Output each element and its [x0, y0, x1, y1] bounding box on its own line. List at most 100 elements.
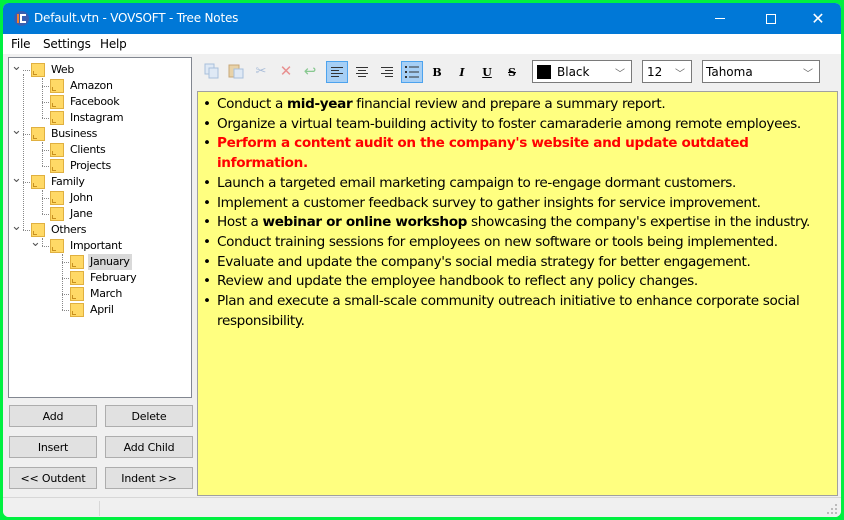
note-icon [50, 143, 64, 157]
bullet-list-icon[interactable] [401, 61, 423, 83]
font-family-value: Tahoma [706, 64, 753, 79]
expand-chevron-icon[interactable]: ⌄ [11, 219, 22, 234]
tree-node[interactable]: Amazon [50, 78, 115, 94]
copy-icon[interactable] [201, 60, 223, 82]
tree-node[interactable]: Business [31, 126, 99, 142]
align-right-icon[interactable] [376, 61, 398, 83]
tree-connector [42, 214, 49, 215]
tree-connector [62, 294, 69, 295]
font-family-select[interactable]: Tahoma ﹀ [702, 60, 820, 83]
tree-connector [42, 150, 49, 151]
text-run: Plan and execute a small-scale community… [217, 293, 800, 329]
tree-node[interactable]: Projects [50, 158, 113, 174]
tree-node[interactable]: John [50, 190, 95, 206]
expand-chevron-icon[interactable]: ⌄ [11, 171, 22, 186]
chevron-down-icon: ﹀ [803, 69, 813, 80]
tree-connector [23, 182, 30, 183]
tree-connector [42, 238, 43, 246]
text-run: financial review and prepare a summary r… [352, 96, 666, 112]
text-run: Launch a targeted email marketing campai… [217, 174, 737, 191]
font-color-select[interactable]: Black ﹀ [532, 60, 632, 83]
bullet-item: Host a webinar or online workshop showca… [202, 213, 833, 233]
expand-chevron-icon[interactable]: ⌄ [11, 59, 22, 74]
underline-icon[interactable]: U [476, 61, 498, 83]
insert-button[interactable]: Insert [9, 436, 97, 458]
font-color-value: Black [557, 64, 590, 79]
paste-icon[interactable] [225, 60, 247, 82]
tree-connector [42, 246, 49, 247]
tree-node[interactable]: April [70, 302, 116, 318]
tree-node[interactable]: Web [31, 62, 76, 78]
tree-connector [42, 118, 49, 119]
tree-node-label: Amazon [70, 79, 113, 92]
font-size-select[interactable]: 12 ﹀ [642, 60, 692, 83]
tree-node-label: Important [70, 239, 122, 252]
menu-file[interactable]: File [11, 37, 30, 51]
note-icon [50, 159, 64, 173]
text-run: Conduct training sessions for employees … [217, 233, 778, 250]
close-icon: ✕ [811, 8, 825, 28]
text-run: Implement a customer feedback survey to … [217, 194, 761, 211]
tree-node[interactable]: January [70, 254, 132, 270]
close-button[interactable]: ✕ [795, 3, 841, 34]
outdent-button[interactable]: << Outdent [9, 467, 97, 489]
tree-connector [42, 86, 49, 87]
app-icon[interactable] [14, 11, 29, 26]
tree-connector [42, 102, 49, 103]
text-run: Evaluate and update the company's social… [217, 253, 751, 270]
bullet-item: Conduct training sessions for employees … [202, 233, 833, 253]
strikethrough-icon[interactable]: S [501, 61, 523, 83]
expand-chevron-icon[interactable]: ⌄ [30, 235, 41, 250]
indent-button[interactable]: Indent >> [105, 467, 193, 489]
tree-node[interactable]: Facebook [50, 94, 121, 110]
menu-help[interactable]: Help [100, 37, 127, 51]
minimize-icon [715, 18, 725, 19]
text-run: Organize a virtual team-building activit… [217, 115, 801, 132]
add-child-button[interactable]: Add Child [105, 436, 193, 458]
app-window: Default.vtn - VOVSOFT - Tree Notes ✕ Fil… [3, 3, 841, 517]
maximize-icon [766, 13, 776, 24]
expand-chevron-icon[interactable]: ⌄ [11, 123, 22, 138]
notes-tree[interactable]: ⌄ Web Amazon Facebook Instagram ⌄ Business Clie… [8, 57, 192, 398]
tree-connector [62, 310, 69, 311]
cut-icon[interactable]: ✂ [250, 60, 272, 82]
note-icon [50, 79, 64, 93]
bold-icon[interactable]: B [426, 61, 448, 83]
tree-node[interactable]: Jane [50, 206, 95, 222]
note-editor[interactable]: Conduct a mid-year financial review and … [197, 91, 838, 496]
tree-connector [62, 262, 69, 263]
tree-connector [23, 134, 30, 135]
delete-button[interactable]: Delete [105, 405, 193, 427]
maximize-button[interactable] [748, 3, 794, 34]
align-left-icon[interactable] [326, 61, 348, 83]
undo-icon[interactable]: ↩ [299, 60, 321, 82]
tree-node[interactable]: Important [50, 238, 124, 254]
tree-node[interactable]: Family [31, 174, 87, 190]
italic-icon[interactable]: I [451, 61, 473, 83]
tree-node[interactable]: February [70, 270, 138, 286]
status-bar [3, 497, 841, 517]
minimize-button[interactable] [697, 3, 743, 34]
note-icon [50, 95, 64, 109]
text-run: Conduct a [217, 96, 287, 112]
delete-icon[interactable]: ✕ [275, 60, 297, 82]
window-title: Default.vtn - VOVSOFT - Tree Notes [34, 11, 239, 25]
tree-node[interactable]: Clients [50, 142, 107, 158]
tree-connector [42, 198, 49, 199]
add-button[interactable]: Add [9, 405, 97, 427]
resize-grip-icon[interactable] [827, 504, 837, 514]
tree-node-label: March [90, 287, 123, 300]
menu-settings[interactable]: Settings [43, 37, 91, 51]
tree-connector [23, 230, 30, 231]
title-bar[interactable]: Default.vtn - VOVSOFT - Tree Notes ✕ [3, 3, 841, 34]
tree-node-label: Jane [70, 207, 93, 220]
tree-connector [42, 142, 43, 166]
note-icon [50, 207, 64, 221]
tree-node[interactable]: March [70, 286, 124, 302]
tree-node-label: Instagram [70, 111, 124, 124]
align-center-icon[interactable] [351, 61, 373, 83]
note-icon [31, 63, 45, 77]
tree-node-label: Web [51, 63, 75, 76]
chevron-down-icon: ﹀ [675, 69, 685, 80]
tree-node[interactable]: Instagram [50, 110, 125, 126]
